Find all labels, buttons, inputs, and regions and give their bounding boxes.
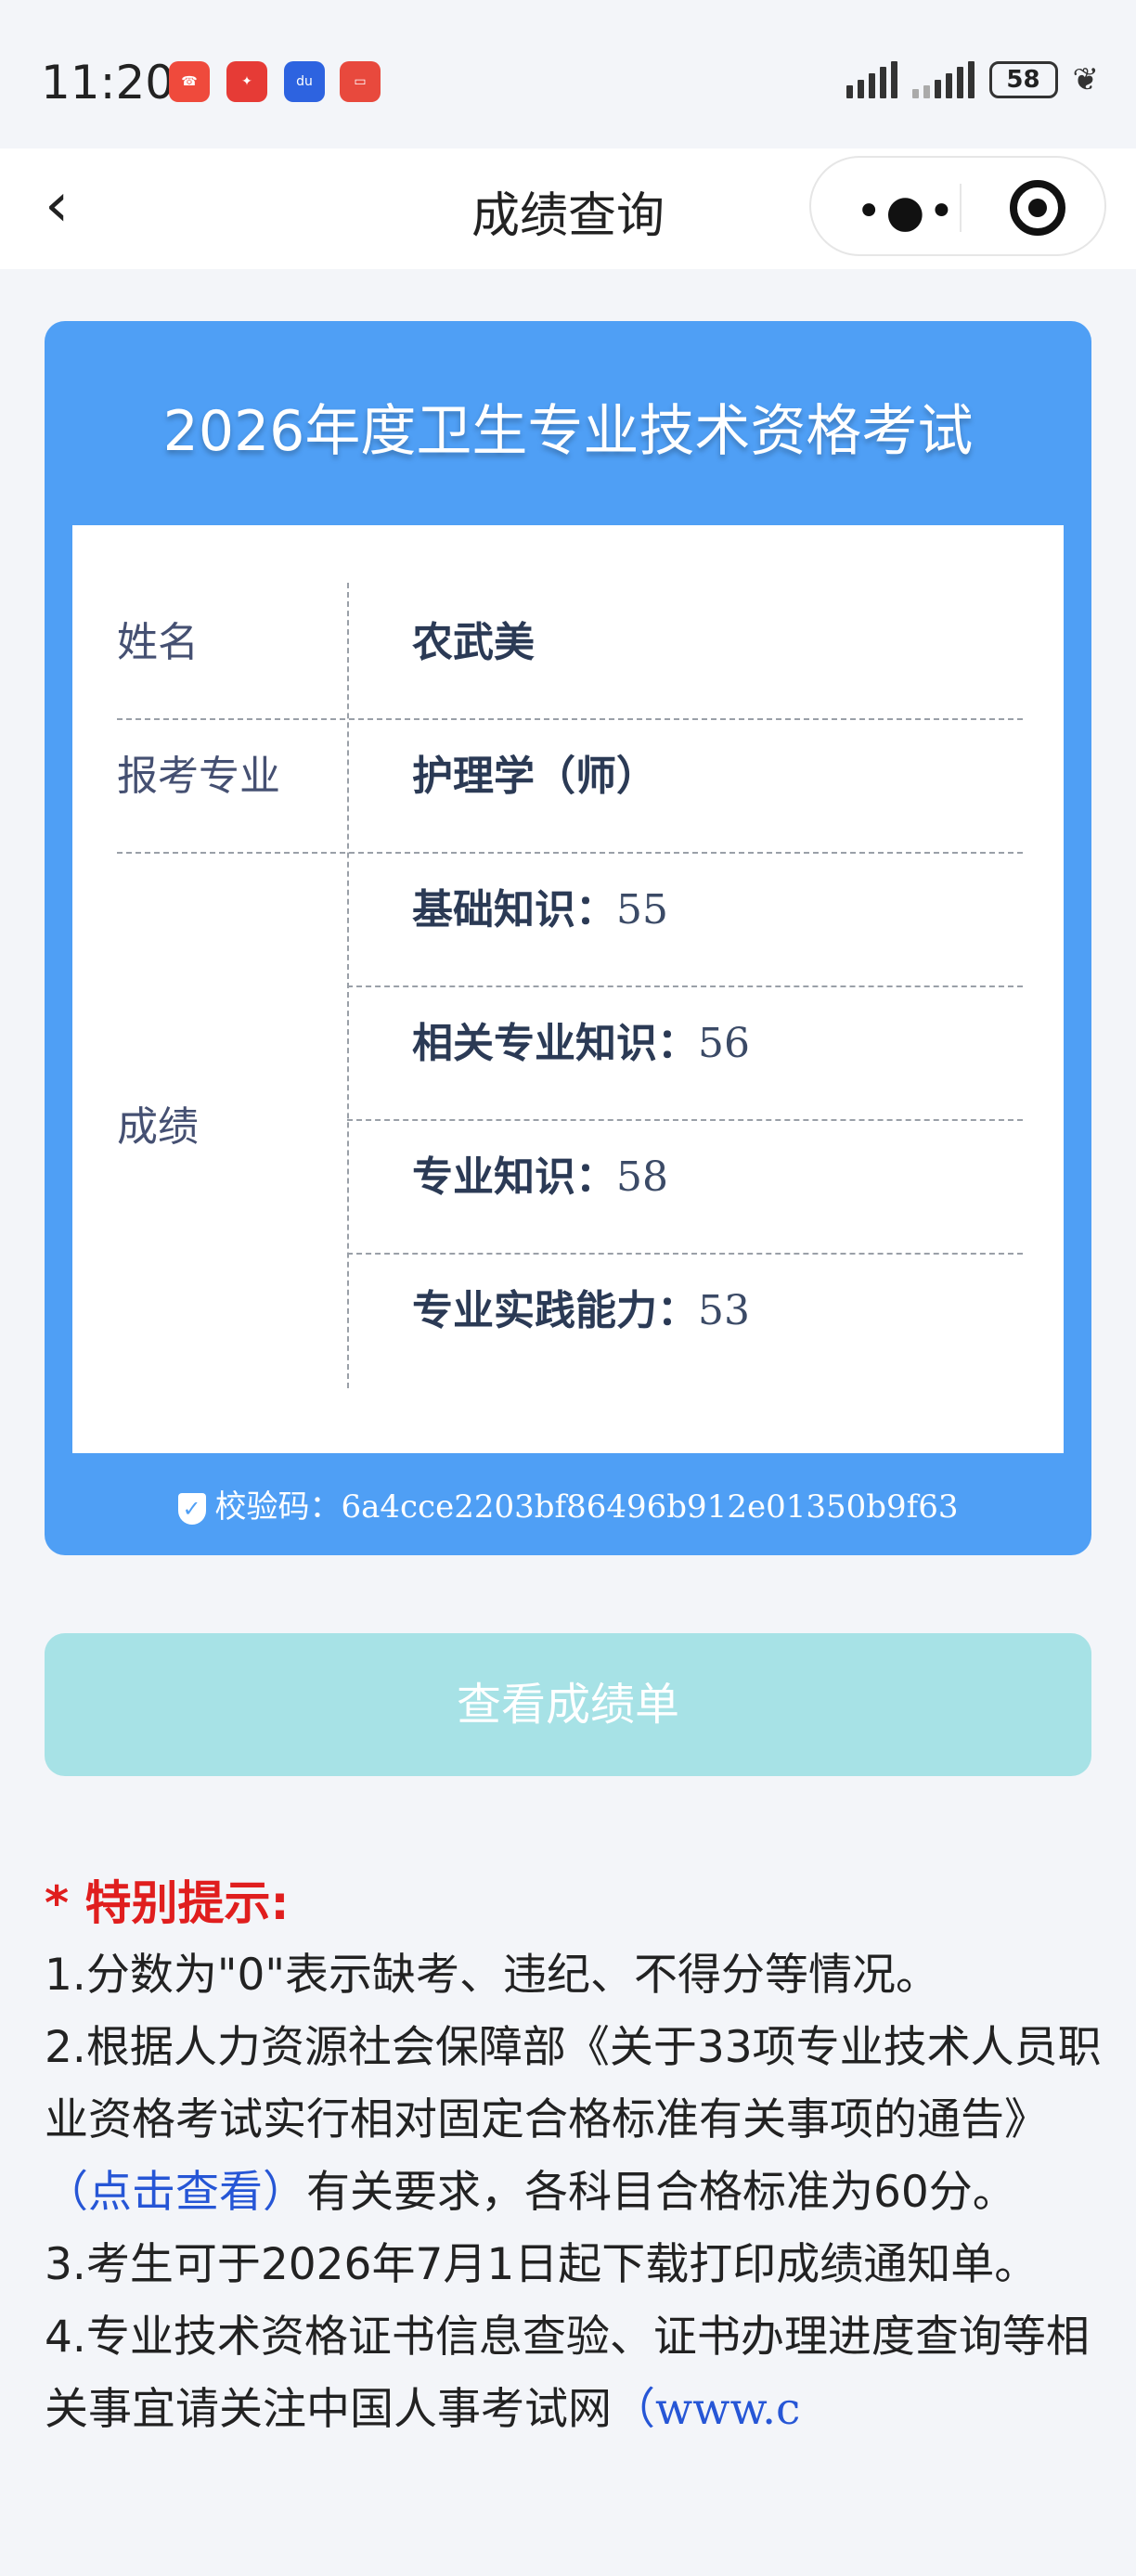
major-value: 护理学（师） [412,753,657,800]
name-value: 农武美 [412,619,535,666]
score-value: 58 [616,1153,668,1201]
notice-item: 3.考生可于2026年7月1日起下载打印成绩通知单。 [45,2239,1039,2290]
score-item: 基础知识：55 [412,886,668,934]
score-value: 56 [698,1020,750,1067]
score-value: 53 [698,1287,750,1334]
verify-label: 校验码： [214,1488,342,1526]
notice-item: 4.专业技术资格证书信息查验、证书办理进度查询等相关事宜请关注中国人事考试网（w… [45,2312,1090,2435]
notice-item: 1.分数为"0"表示缺考、违纪、不得分等情况。 [45,1950,939,2001]
score-label: 成绩 [117,1103,199,1151]
divider [117,852,1023,854]
divider [347,1119,1023,1121]
signal-icon [846,61,897,98]
major-label: 报考专业 [117,753,280,800]
score-card: 2026年度卫生专业技术资格考试 姓名 农武美 报考专业 护理学（师） 成绩 基… [45,321,1091,1555]
message-icon: ▭ [340,61,381,102]
notice-item: 2.根据人力资源社会保障部《关于33项专业技术人员职业资格考试实行相对固定合格标… [45,2022,1102,2218]
shield-check-icon: ✓ [177,1492,206,1525]
leaf-icon: ❦ [1072,61,1100,98]
score-item: 相关专业知识：56 [412,1020,750,1067]
baidu-icon: du [284,61,325,102]
score-value: 55 [616,886,668,934]
status-bar: 11:20 ☎ ✦ du ▭ 58 ❦ [0,0,1136,148]
cpta-link[interactable]: （www.c [612,2384,800,2435]
close-target-icon[interactable] [1010,180,1065,236]
signal-icon [911,61,975,98]
mini-program-capsule: •●• [809,156,1106,256]
huawei-icon: ✦ [226,61,267,102]
more-icon[interactable]: •●• [856,189,959,234]
divider [117,718,1023,720]
score-item: 专业实践能力：53 [412,1287,750,1334]
score-item: 专业知识：58 [412,1153,668,1201]
special-notice: * 特别提示: 1.分数为"0"表示缺考、违纪、不得分等情况。 2.根据人力资源… [45,1867,1103,2446]
score-panel: 姓名 农武美 报考专业 护理学（师） 成绩 基础知识：55 相关专业知识：56 … [72,525,1064,1453]
notice-heading: * 特别提示: [45,1876,290,1930]
status-time: 11:20 [41,56,175,109]
exam-title: 2026年度卫生专业技术资格考试 [162,399,974,464]
battery-icon: 58 [988,61,1058,98]
verify-code: 6a4cce2203bf86496b912e01350b9f63 [341,1488,959,1526]
divider [347,985,1023,987]
name-label: 姓名 [117,619,199,666]
divider [347,1253,1023,1255]
view-link[interactable]: （点击查看） [45,2167,306,2218]
phone-missed-icon: ☎ [169,61,210,102]
view-transcript-button[interactable]: 查看成绩单 [45,1633,1091,1776]
verify-code-row: ✓ 校验码：6a4cce2203bf86496b912e01350b9f63 [45,1481,1091,1526]
nav-bar: ‹ 成绩查询 •●• [0,148,1136,269]
